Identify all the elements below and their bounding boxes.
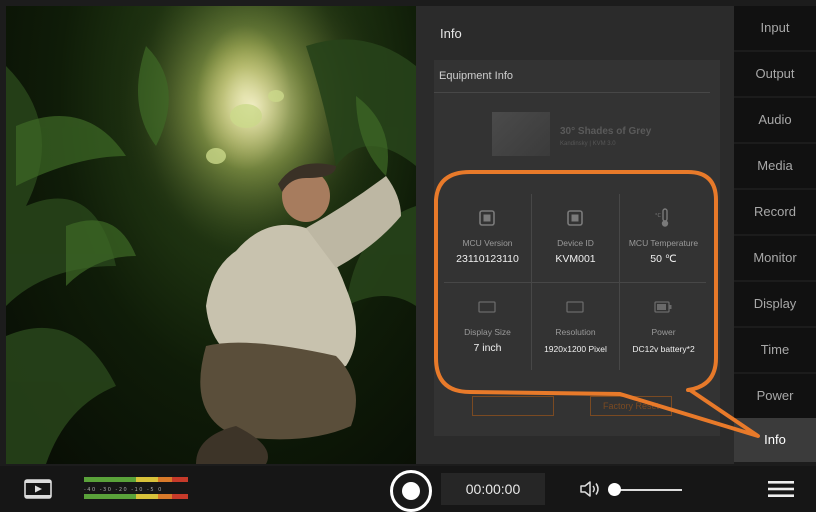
menu-item-audio[interactable]: Audio [734,98,816,142]
timecode: 00:00:00 [441,473,545,505]
menu-item-info[interactable]: Info [734,418,816,462]
spec-cell-resolution: Resolution 1920x1200 Pixel [532,283,619,371]
playback-icon[interactable] [24,478,52,500]
spec-label: Power [651,327,676,337]
spec-label: MCU Version [462,238,513,248]
record-button[interactable] [390,470,432,512]
battery-icon [654,301,672,313]
spec-label: Device ID [557,238,594,248]
spec-cell-mcu-version: MCU Version 23110123110 [444,194,531,282]
volume-slider-handle[interactable] [608,483,621,496]
menu-item-input[interactable]: Input [734,6,816,50]
spec-cell-device-id: Device ID KVM001 [532,194,619,282]
device-subtitle: Kandinsky | KVM 3.0 [560,141,616,147]
menu-item-display[interactable]: Display [734,282,816,326]
spec-cell-mcu-temperature: °C MCU Temperature 50 ℃ [620,194,707,282]
thermometer-icon: °C [655,208,669,227]
display-icon [566,301,584,313]
spec-value: DC12v battery*2 [632,344,695,354]
video-frame-image [6,6,416,464]
device-image [492,112,550,156]
equipment-info-card: Equipment Info 30° Shades of Grey Kandin… [434,60,720,436]
speaker-icon[interactable] [578,478,602,500]
spec-grid: MCU Version 23110123110 Device ID KVM001 [444,194,706,370]
menu-item-output[interactable]: Output [734,52,816,96]
menu-item-media[interactable]: Media [734,144,816,188]
spec-label: Display Size [464,327,511,337]
display-icon [478,301,496,313]
spec-value: KVM001 [555,253,596,265]
meter-scale: -40 -30 -20 -10 -5 0 [84,487,163,493]
spec-label: Resolution [555,327,596,337]
spec-label: MCU Temperature [628,238,699,248]
chip-icon [479,210,495,226]
menu-item-power[interactable]: Power [734,374,816,418]
volume-slider-track[interactable] [614,489,682,491]
info-panel: Info Equipment Info 30° Shades of Grey K… [416,6,734,464]
menu-item-monitor[interactable]: Monitor [734,236,816,280]
side-menu: Input Output Audio Media Record Monitor … [734,6,816,464]
record-dot-icon [402,482,420,500]
spec-value: 23110123110 [456,253,519,265]
divider [434,92,710,93]
equipment-info-title: Equipment Info [439,70,513,82]
spec-value: 7 inch [473,342,502,354]
spec-value: 1920x1200 Pixel [544,344,607,354]
spec-value: 50 ℃ [650,253,677,265]
device-name: 30° Shades of Grey [560,126,652,137]
spec-cell-display-size: Display Size 7 inch [444,283,531,371]
spec-cell-power: Power DC12v battery*2 [620,283,707,371]
chip-icon [567,210,583,226]
monitor-screen: Info Equipment Info 30° Shades of Grey K… [0,0,816,512]
panel-title: Info [440,26,462,41]
action-button-left[interactable] [472,396,554,416]
video-preview [6,6,416,464]
factory-reset-button[interactable]: Factory Reset [590,396,672,416]
hamburger-menu-icon[interactable] [766,478,796,500]
bottom-control-bar: -40 -30 -20 -10 -5 0 00:00:00 [0,466,816,512]
menu-item-record[interactable]: Record [734,190,816,234]
audio-level-meter: -40 -30 -20 -10 -5 0 [84,475,188,503]
svg-text:°C: °C [655,213,662,219]
menu-item-time[interactable]: Time [734,328,816,372]
